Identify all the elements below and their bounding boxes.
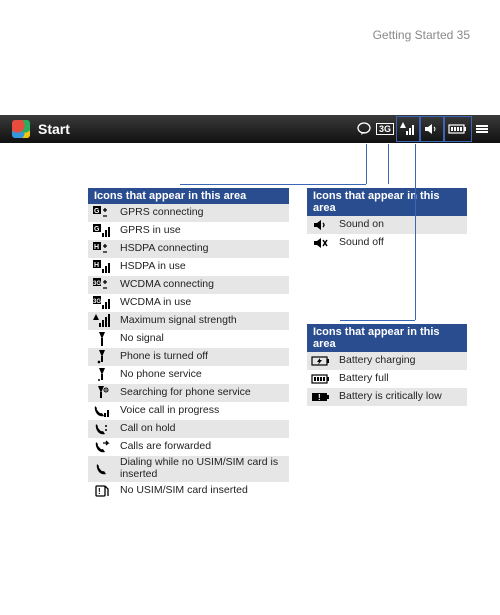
list-item-label: Battery charging [335,355,467,367]
wcdma-in-use-icon: 3G [88,294,116,312]
list-item: ! No USIM/SIM card inserted [88,482,289,500]
list-item: Dialing while no USIM/SIM card is insert… [88,456,289,482]
list-item: Sound off [307,234,467,252]
phone-off-icon [88,348,116,366]
battery-full-icon [307,370,335,388]
list-item: ! Battery is critically low [307,388,467,406]
list-item-label: Maximum signal strength [116,315,289,327]
hsdpa-connecting-icon: H [88,240,116,258]
gprs-in-use-icon: G [88,222,116,240]
list-item-label: No phone service [116,369,289,381]
list-item-label: Calls are forwarded [116,441,289,453]
list-item: G GPRS in use [88,222,289,240]
leader-line [180,184,366,185]
svg-text:G: G [94,208,100,215]
battery-area-highlight [444,116,472,142]
list-item: H HSDPA connecting [88,240,289,258]
page-header: Getting Started 35 [373,28,470,42]
list-item: Calls are forwarded [88,438,289,456]
voice-call-icon [88,402,116,420]
sound-area-highlight [420,116,444,142]
no-phone-service-icon [88,366,116,384]
list-item-label: GPRS connecting [116,207,289,219]
menu-icon [474,122,490,136]
sound-off-icon [307,234,335,252]
windows-flag-icon [12,120,30,138]
list-item: Battery full [307,370,467,388]
svg-text:H: H [94,244,99,251]
3g-badge: 3G [376,123,394,135]
svg-text:3G: 3G [93,299,101,305]
section-title: Icons that appear in this area [307,188,467,216]
svg-text:!: ! [318,393,321,402]
list-item-label: WCDMA in use [116,297,289,309]
list-item-label: Battery full [335,373,467,385]
section-title: Icons that appear in this area [307,324,467,352]
svg-text:H: H [94,262,99,269]
svg-text:G: G [94,226,100,233]
list-item-label: Searching for phone service [116,387,289,399]
gprs-connecting-icon: G [88,204,116,222]
list-item-label: Call on hold [116,423,289,435]
leader-line [366,144,367,184]
section-title: Icons that appear in this area [88,188,289,204]
list-item-label: Sound off [335,237,467,249]
chat-bubble-icon [356,122,372,136]
signal-area-highlight [396,116,420,142]
battery-icons-section: Icons that appear in this area Battery c… [307,324,467,406]
calls-forwarded-icon [88,438,116,456]
sound-on-icon [307,216,335,234]
list-item: G GPRS connecting [88,204,289,222]
list-item-label: Voice call in progress [116,405,289,417]
list-item-label: No signal [116,333,289,345]
speaker-icon [424,122,440,136]
leader-line [415,144,416,320]
battery-icon [448,123,468,135]
call-on-hold-icon [88,420,116,438]
list-item: Voice call in progress [88,402,289,420]
list-item: Battery charging [307,352,467,370]
list-item: No phone service [88,366,289,384]
start-label: Start [38,121,70,137]
battery-charging-icon [307,352,335,370]
wcdma-connecting-icon: 3G [88,276,116,294]
list-item-label: Phone is turned off [116,351,289,363]
searching-service-icon [88,384,116,402]
dialing-no-sim-icon [88,460,116,478]
list-item: 3G WCDMA connecting [88,276,289,294]
no-sim-icon: ! [88,482,116,500]
signal-icons-section: Icons that appear in this area G GPRS co… [88,188,289,500]
list-item-label: GPRS in use [116,225,289,237]
max-signal-icon [88,312,116,330]
list-item-label: Sound on [335,219,467,231]
list-item: H HSDPA in use [88,258,289,276]
list-item: Sound on [307,216,467,234]
no-signal-icon [88,330,116,348]
start-bar: Start 3G [0,115,500,143]
hsdpa-in-use-icon: H [88,258,116,276]
leader-line [340,320,415,321]
signal-icon [400,122,416,136]
list-item-label: WCDMA connecting [116,279,289,291]
list-item-label: Dialing while no USIM/SIM card is insert… [116,457,289,480]
list-item: No signal [88,330,289,348]
svg-text:!: ! [98,487,101,496]
leader-line [388,144,389,184]
list-item: Phone is turned off [88,348,289,366]
list-item: Maximum signal strength [88,312,289,330]
list-item: 3G WCDMA in use [88,294,289,312]
list-item-label: HSDPA connecting [116,243,289,255]
sound-icons-section: Icons that appear in this area Sound on … [307,188,467,252]
battery-low-icon: ! [307,388,335,406]
list-item: Call on hold [88,420,289,438]
list-item: Searching for phone service [88,384,289,402]
list-item-label: HSDPA in use [116,261,289,273]
list-item-label: No USIM/SIM card inserted [116,485,289,497]
list-item-label: Battery is critically low [335,391,467,403]
svg-text:3G: 3G [93,281,101,287]
